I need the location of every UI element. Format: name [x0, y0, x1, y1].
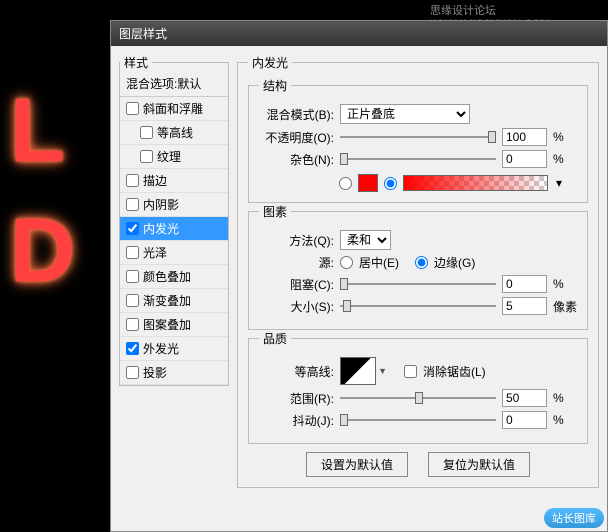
color-swatch[interactable]	[358, 174, 378, 192]
styles-legend: 样式	[120, 54, 152, 71]
percent-unit: %	[553, 130, 577, 144]
style-checkbox[interactable]	[126, 366, 139, 379]
reset-default-button[interactable]: 复位为默认值	[428, 452, 530, 477]
size-input[interactable]	[502, 297, 547, 315]
style-label: 颜色叠加	[143, 268, 191, 285]
noise-input[interactable]	[502, 150, 547, 168]
style-checkbox[interactable]	[126, 174, 139, 187]
style-item-图案叠加[interactable]: 图案叠加	[120, 313, 228, 337]
style-checkbox[interactable]	[126, 246, 139, 259]
technique-label: 方法(Q):	[259, 232, 334, 249]
style-label: 内发光	[143, 220, 179, 237]
gradient-dropdown-icon[interactable]: ▾	[554, 176, 564, 190]
style-checkbox[interactable]	[126, 318, 139, 331]
style-item-纹理[interactable]: 纹理	[120, 145, 228, 169]
source-center-label: 居中(E)	[359, 254, 399, 271]
neon-letter-d: D	[10, 200, 75, 303]
style-item-等高线[interactable]: 等高线	[120, 121, 228, 145]
style-checkbox[interactable]	[140, 126, 153, 139]
style-label: 图案叠加	[143, 316, 191, 333]
source-label: 源:	[259, 254, 334, 271]
style-item-光泽[interactable]: 光泽	[120, 241, 228, 265]
style-label: 渐变叠加	[143, 292, 191, 309]
style-label: 斜面和浮雕	[143, 100, 203, 117]
jitter-slider[interactable]	[340, 412, 496, 428]
style-label: 光泽	[143, 244, 167, 261]
quality-fieldset: 品质 等高线: 消除锯齿(L) 范围(R): %	[248, 330, 588, 444]
source-edge-label: 边缘(G)	[434, 254, 475, 271]
range-slider[interactable]	[340, 390, 496, 406]
source-center-radio[interactable]	[340, 256, 353, 269]
gradient-swatch[interactable]	[403, 175, 548, 191]
styles-list-panel: 样式 混合选项:默认 斜面和浮雕等高线纹理描边内阴影内发光光泽颜色叠加渐变叠加图…	[119, 54, 229, 523]
technique-select[interactable]: 柔和	[340, 230, 391, 250]
noise-slider[interactable]	[340, 151, 496, 167]
style-label: 纹理	[157, 148, 181, 165]
antialias-label: 消除锯齿(L)	[423, 363, 486, 380]
choke-input[interactable]	[502, 275, 547, 293]
style-checkbox[interactable]	[126, 222, 139, 235]
size-slider[interactable]	[340, 298, 496, 314]
noise-label: 杂色(N):	[259, 151, 334, 168]
style-checkbox[interactable]	[126, 198, 139, 211]
antialias-checkbox[interactable]	[404, 365, 417, 378]
style-item-投影[interactable]: 投影	[120, 361, 228, 385]
quality-legend: 品质	[259, 330, 291, 347]
gradient-radio[interactable]	[384, 177, 397, 190]
inner-glow-panel: 内发光 结构 混合模式(B): 正片叠底 不透明度(O): % 杂色(N):	[237, 54, 599, 523]
style-item-内发光[interactable]: 内发光	[120, 217, 228, 241]
style-label: 内阴影	[143, 196, 179, 213]
style-item-外发光[interactable]: 外发光	[120, 337, 228, 361]
range-input[interactable]	[502, 389, 547, 407]
style-label: 等高线	[157, 124, 193, 141]
style-checkbox[interactable]	[126, 294, 139, 307]
inner-glow-legend: 内发光	[248, 54, 292, 71]
neon-letter-l: L	[10, 80, 65, 183]
opacity-slider[interactable]	[340, 129, 496, 145]
choke-label: 阻塞(C):	[259, 276, 334, 293]
px-unit: 像素	[553, 298, 577, 315]
elements-fieldset: 图素 方法(Q): 柔和 源: 居中(E) 边缘(G)	[248, 203, 588, 330]
style-item-内阴影[interactable]: 内阴影	[120, 193, 228, 217]
percent-unit: %	[553, 413, 577, 427]
blend-mode-select[interactable]: 正片叠底	[340, 104, 470, 124]
style-label: 外发光	[143, 340, 179, 357]
style-checkbox[interactable]	[126, 342, 139, 355]
solid-color-radio[interactable]	[339, 177, 352, 190]
layer-style-dialog: 图层样式 样式 混合选项:默认 斜面和浮雕等高线纹理描边内阴影内发光光泽颜色叠加…	[110, 20, 608, 532]
style-checkbox[interactable]	[140, 150, 153, 163]
jitter-input[interactable]	[502, 411, 547, 429]
style-label: 投影	[143, 364, 167, 381]
style-item-渐变叠加[interactable]: 渐变叠加	[120, 289, 228, 313]
style-checkbox[interactable]	[126, 270, 139, 283]
style-item-描边[interactable]: 描边	[120, 169, 228, 193]
percent-unit: %	[553, 277, 577, 291]
source-edge-radio[interactable]	[415, 256, 428, 269]
blending-options-header[interactable]: 混合选项:默认	[120, 71, 228, 97]
elements-legend: 图素	[259, 203, 291, 220]
opacity-input[interactable]	[502, 128, 547, 146]
style-item-斜面和浮雕[interactable]: 斜面和浮雕	[120, 97, 228, 121]
jitter-label: 抖动(J):	[259, 412, 334, 429]
style-item-颜色叠加[interactable]: 颜色叠加	[120, 265, 228, 289]
bottom-watermark: 站长图库	[544, 508, 604, 528]
style-label: 描边	[143, 172, 167, 189]
structure-fieldset: 结构 混合模式(B): 正片叠底 不透明度(O): % 杂色(N):	[248, 77, 588, 203]
structure-legend: 结构	[259, 77, 291, 94]
make-default-button[interactable]: 设置为默认值	[306, 452, 408, 477]
style-checkbox[interactable]	[126, 102, 139, 115]
choke-slider[interactable]	[340, 276, 496, 292]
percent-unit: %	[553, 152, 577, 166]
contour-picker[interactable]	[340, 357, 376, 385]
opacity-label: 不透明度(O):	[259, 129, 334, 146]
range-label: 范围(R):	[259, 390, 334, 407]
contour-label: 等高线:	[259, 363, 334, 380]
percent-unit: %	[553, 391, 577, 405]
inner-glow-fieldset: 内发光 结构 混合模式(B): 正片叠底 不透明度(O): % 杂色(N):	[237, 54, 599, 488]
dialog-title: 图层样式	[111, 21, 607, 46]
size-label: 大小(S):	[259, 298, 334, 315]
blend-mode-label: 混合模式(B):	[259, 106, 334, 123]
